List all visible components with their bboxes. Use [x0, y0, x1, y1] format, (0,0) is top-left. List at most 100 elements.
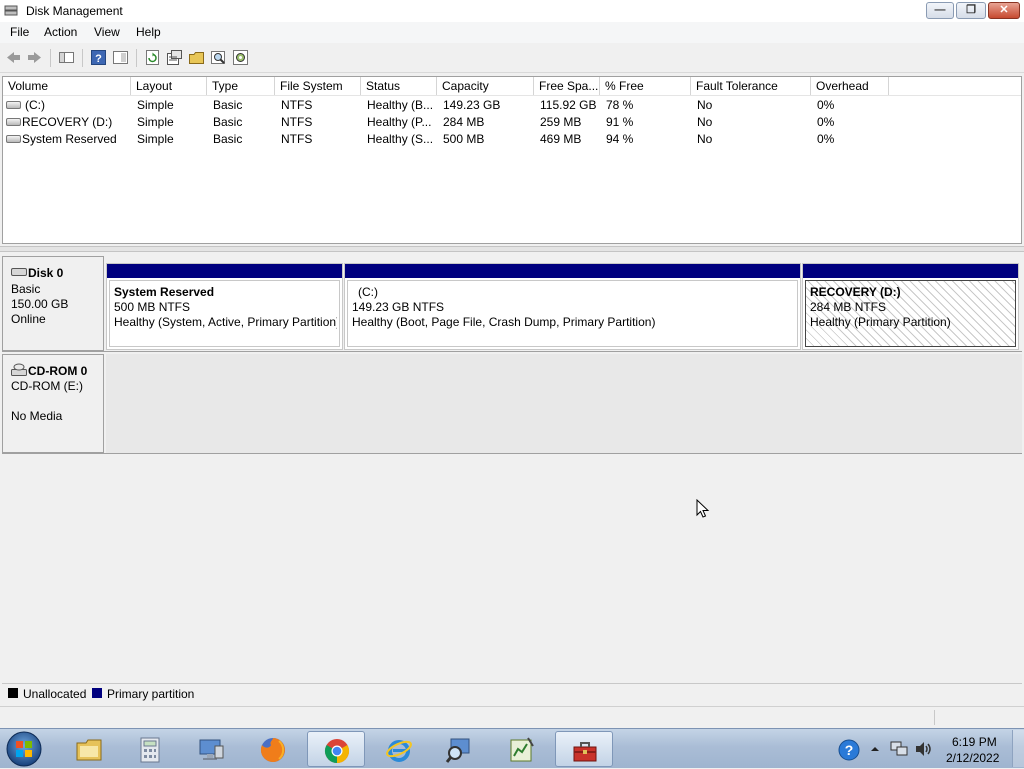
- column-header-file-system[interactable]: File System: [275, 77, 361, 95]
- cell-capacity: 500 MB: [443, 132, 485, 146]
- taskbar-remote-desktop[interactable]: [182, 731, 240, 767]
- properties-pane-icon[interactable]: [112, 49, 129, 66]
- magnifier-app-icon: [445, 738, 470, 763]
- cell-file-system: NTFS: [281, 98, 313, 112]
- help-icon[interactable]: ?: [90, 49, 107, 66]
- partition-body-selected: RECOVERY (D:) 284 MB NTFS Healthy (Prima…: [805, 280, 1016, 347]
- refresh-icon[interactable]: [144, 49, 161, 66]
- network-icon[interactable]: [890, 741, 908, 757]
- cdrom-label[interactable]: CD-ROM 0 CD-ROM (E:) No Media: [2, 354, 104, 453]
- taskbar-calculator[interactable]: [121, 731, 179, 767]
- disk-drive-icon: [11, 268, 27, 276]
- cell-free-space: 469 MB: [540, 132, 582, 146]
- cell-free-space: 259 MB: [540, 115, 582, 129]
- toolbox-icon: [573, 742, 597, 762]
- window-title: Disk Management: [26, 4, 123, 18]
- help-icon[interactable]: ?: [838, 739, 860, 761]
- forward-icon[interactable]: [26, 49, 43, 66]
- open-icon[interactable]: [188, 49, 205, 66]
- remote-desktop-icon: [199, 739, 224, 760]
- disk-label[interactable]: Disk 0 Basic 150.00 GB Online: [2, 256, 104, 351]
- partition-size: 149.23 GB NTFS: [352, 300, 445, 314]
- column-header-capacity[interactable]: Capacity: [437, 77, 534, 95]
- taskbar-windows-explorer[interactable]: [60, 731, 118, 767]
- partition-recovery[interactable]: RECOVERY (D:) 284 MB NTFS Healthy (Prima…: [802, 263, 1019, 350]
- disk-row: CD-ROM 0 CD-ROM (E:) No Media: [2, 354, 1022, 454]
- status-bar: [0, 706, 1024, 728]
- show-hidden-icons-arrow[interactable]: [870, 744, 880, 754]
- cell-fault-tolerance: No: [697, 115, 713, 129]
- cell-status: Healthy (S...: [367, 132, 434, 146]
- properties-icon[interactable]: [166, 49, 183, 66]
- cell-status: Healthy (B...: [367, 98, 434, 112]
- cell-fault-tolerance: No: [697, 132, 713, 146]
- column-header-type[interactable]: Type: [207, 77, 275, 95]
- restore-button[interactable]: ❐: [956, 2, 986, 19]
- close-icon: ✕: [999, 4, 1009, 16]
- volume-icon[interactable]: [914, 741, 932, 757]
- disk-size: 150.00 GB: [11, 297, 69, 311]
- menu-action[interactable]: Action: [44, 25, 77, 39]
- partition-size: 284 MB NTFS: [810, 300, 887, 314]
- legend-swatch-primary: [92, 688, 102, 698]
- table-row[interactable]: (C:) Simple Basic NTFS Healthy (B... 149…: [3, 96, 1021, 113]
- menu-view[interactable]: View: [94, 25, 120, 39]
- taskbar-search-tool[interactable]: [430, 731, 488, 767]
- partition-c[interactable]: (C:) 149.23 GB NTFS Healthy (Boot, Page …: [344, 263, 801, 350]
- table-row[interactable]: RECOVERY (D:) Simple Basic NTFS Healthy …: [3, 113, 1021, 130]
- menu-bar: File Action View Help: [0, 22, 1024, 43]
- find-icon[interactable]: [210, 49, 227, 66]
- clock-date[interactable]: 2/12/2022: [946, 751, 999, 765]
- column-header-percent-free[interactable]: % Free: [600, 77, 691, 95]
- taskbar-chart-editor[interactable]: [493, 731, 551, 767]
- cell-overhead: 0%: [817, 98, 835, 112]
- partition-type-bar: [345, 264, 800, 278]
- cell-free-space: 115.92 GB: [540, 98, 597, 112]
- taskbar-chrome[interactable]: [307, 731, 365, 767]
- legend-swatch-unallocated: [8, 688, 18, 698]
- partition-body: System Reserved 500 MB NTFS Healthy (Sys…: [109, 280, 340, 347]
- cdrom-media-area: [106, 354, 1022, 453]
- partition-name: RECOVERY (D:): [810, 285, 901, 299]
- partition-system-reserved[interactable]: System Reserved 500 MB NTFS Healthy (Sys…: [106, 263, 343, 350]
- taskbar-firefox[interactable]: [244, 731, 302, 767]
- cell-percent-free: 91 %: [606, 115, 634, 129]
- cdrom-type: CD-ROM (E:): [11, 379, 83, 393]
- disk-row: Disk 0 Basic 150.00 GB Online System Res…: [2, 256, 1022, 352]
- clock-time[interactable]: 6:19 PM: [952, 735, 997, 749]
- column-header-status[interactable]: Status: [361, 77, 437, 95]
- firefox-icon: [260, 738, 285, 762]
- close-button[interactable]: ✕: [988, 2, 1020, 19]
- chrome-icon: [324, 739, 350, 763]
- minimize-button[interactable]: —: [926, 2, 954, 19]
- partition-type-bar: [803, 264, 1018, 278]
- cell-layout: Simple: [137, 98, 174, 112]
- cdrom-drive-icon: [11, 363, 27, 376]
- taskbar: ? 6:19 PM 2/12/2022: [0, 728, 1024, 768]
- menu-file[interactable]: File: [10, 25, 29, 39]
- show-desktop-button[interactable]: [1012, 730, 1024, 767]
- start-button[interactable]: [4, 730, 44, 768]
- cell-volume: System Reserved: [22, 132, 117, 146]
- taskbar-toolbox[interactable]: [555, 731, 613, 767]
- taskbar-internet-explorer[interactable]: [370, 731, 428, 767]
- pane-splitter[interactable]: [0, 246, 1024, 252]
- toolbar-separator: [50, 49, 51, 67]
- column-header-overhead[interactable]: Overhead: [811, 77, 889, 95]
- minimize-icon: —: [934, 4, 946, 16]
- settings-icon[interactable]: [232, 49, 249, 66]
- menu-help[interactable]: Help: [136, 25, 161, 39]
- volume-drive-icon: [6, 101, 21, 109]
- column-header-fault-tolerance[interactable]: Fault Tolerance: [691, 77, 811, 95]
- partition-type-bar: [107, 264, 342, 278]
- legend-label-primary: Primary partition: [107, 687, 195, 701]
- back-icon[interactable]: [5, 49, 22, 66]
- column-header-layout[interactable]: Layout: [131, 77, 207, 95]
- cell-type: Basic: [213, 115, 243, 129]
- cell-volume: RECOVERY (D:): [22, 115, 113, 129]
- cell-status: Healthy (P...: [367, 115, 432, 129]
- table-row[interactable]: System Reserved Simple Basic NTFS Health…: [3, 130, 1021, 147]
- column-header-free-space[interactable]: Free Spa...: [534, 77, 600, 95]
- column-header-volume[interactable]: Volume: [3, 77, 131, 95]
- show-hide-tree-icon[interactable]: [58, 49, 75, 66]
